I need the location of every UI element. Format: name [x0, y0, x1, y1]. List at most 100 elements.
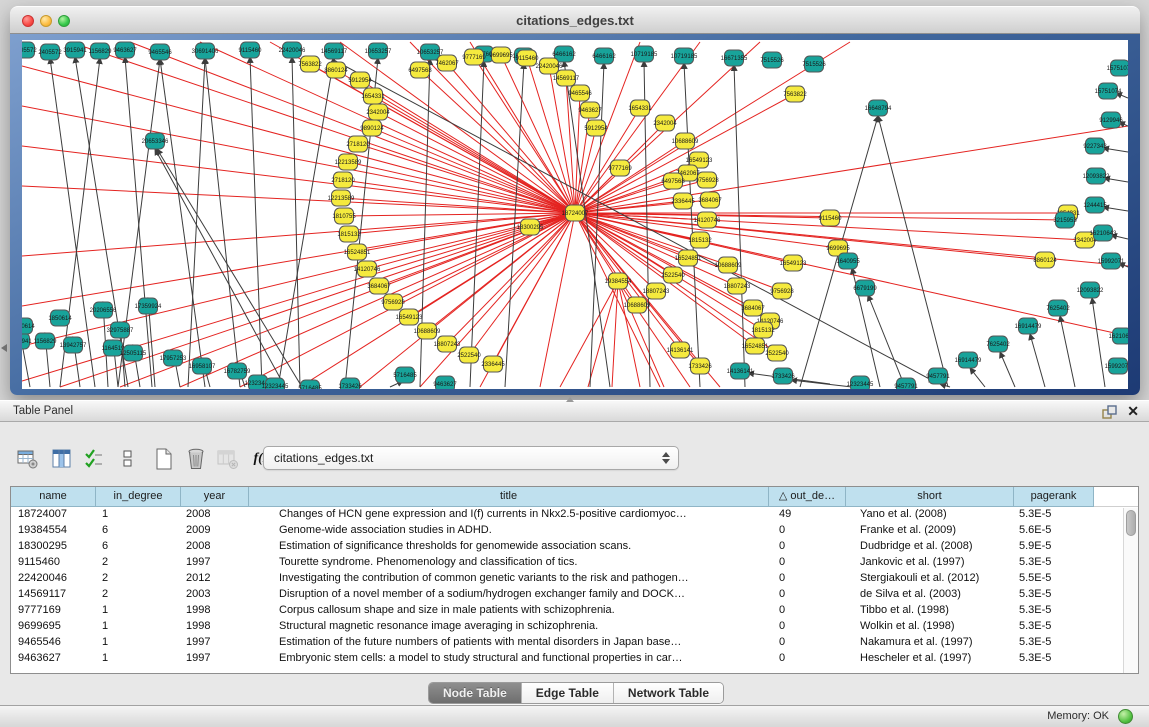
- cell-pagerank: 5.3E-5: [1014, 651, 1094, 667]
- cell-pagerank: 5.6E-5: [1014, 523, 1094, 539]
- float-panel-icon[interactable]: [1102, 405, 1117, 420]
- table-row[interactable]: 1938455462009Genome-wide association stu…: [11, 523, 1138, 539]
- graph-edge: [22, 66, 575, 213]
- graph-node-label: 9463627: [433, 382, 457, 388]
- cell-pagerank: 5.3E-5: [1014, 555, 1094, 571]
- graph-node-label: 5912954: [348, 78, 372, 84]
- graph-edge: [188, 58, 205, 387]
- graph-node-label: 10719185: [631, 52, 658, 58]
- graph-node-label: 1815132: [688, 238, 712, 244]
- graph-node-label: 16914479: [955, 358, 982, 364]
- checklist-button[interactable]: [82, 447, 106, 471]
- panel-resize-arrow[interactable]: [1, 344, 7, 352]
- column-header-name[interactable]: name: [11, 487, 96, 507]
- rows-button[interactable]: [116, 447, 140, 471]
- splitter-grip-icon[interactable]: [566, 397, 574, 402]
- column-header-pagerank[interactable]: pagerank: [1014, 487, 1094, 507]
- graph-node-label: 2405572: [22, 48, 37, 54]
- cell-title: Disruption of a novel member of a sodium…: [249, 587, 769, 603]
- graph-node-label: 10688609: [672, 139, 699, 145]
- graph-node-label: 30691406: [192, 49, 219, 55]
- header-filler: [1094, 487, 1138, 507]
- graph-node-label: 16549123: [686, 158, 713, 164]
- close-panel-icon[interactable]: ✕: [1127, 403, 1139, 420]
- table-row[interactable]: 946554611997Estimation of the future num…: [11, 635, 1138, 651]
- graph-node-label: 16210643: [1090, 231, 1117, 237]
- cell-name: 9699695: [11, 619, 96, 635]
- table-row[interactable]: 977716911998Corpus callosum shape and si…: [11, 603, 1138, 619]
- column-header-title[interactable]: title: [249, 487, 769, 507]
- graph-node-label: 16549123: [396, 315, 423, 321]
- graph-node-label: 2336445: [481, 362, 505, 368]
- graph-edge: [734, 65, 745, 387]
- delete-column-disabled-button[interactable]: [216, 447, 240, 471]
- new-table-button[interactable]: [152, 447, 176, 471]
- scrollbar-thumb[interactable]: [1126, 510, 1136, 536]
- table-columns-button[interactable]: [50, 447, 74, 471]
- graph-node-label: 14120746: [354, 267, 381, 273]
- graph-node-label: 2336445: [671, 199, 695, 205]
- graph-edge: [420, 70, 575, 213]
- graph-node-label: 18300295: [517, 225, 544, 231]
- graph-node-label: 17957253: [160, 356, 187, 362]
- tab-network-table[interactable]: Network Table: [614, 683, 723, 703]
- column-header-short[interactable]: short: [846, 487, 1014, 507]
- cell-title: Estimation of the future numbers of pati…: [249, 635, 769, 651]
- graph-edge: [612, 281, 618, 387]
- cell-year: 2008: [181, 539, 249, 555]
- graph-node-label: 15992071: [1098, 259, 1125, 265]
- vertical-scrollbar[interactable]: [1123, 508, 1138, 674]
- graph-node-label: 16549123: [780, 261, 807, 267]
- graph-edge: [378, 112, 575, 213]
- graph-node-label: 1654331: [361, 94, 385, 100]
- table-row[interactable]: 946362711997Embryonic stem cells: a mode…: [11, 651, 1138, 667]
- graph-node-label: 9463627: [578, 108, 602, 114]
- table-panel: Table Panel ✕: [0, 400, 1149, 705]
- graph-node-label: 16782759: [224, 369, 251, 375]
- cell-short: Franke et al. (2009): [846, 523, 1014, 539]
- graph-node-label: 12505115: [120, 351, 147, 357]
- table-row[interactable]: 1872400712008Changes of HCN gene express…: [11, 507, 1138, 523]
- graph-node-label: 14120746: [694, 218, 721, 224]
- graph-node-label: 2405572: [38, 50, 62, 56]
- graph-node-label: 6466162: [592, 54, 616, 60]
- graph-node-label: 2342004: [1073, 238, 1097, 244]
- column-header-year[interactable]: year: [181, 487, 249, 507]
- graph-edge: [1030, 334, 1045, 387]
- graph-node-label: 6679199: [853, 286, 877, 292]
- cell-title: Investigating the contribution of common…: [249, 571, 769, 587]
- graph-node-label: 16210643: [1109, 334, 1128, 340]
- cell-name: 9115460: [11, 555, 96, 571]
- table-panel-titlebar[interactable]: Table Panel ✕: [0, 400, 1149, 422]
- delete-table-button[interactable]: [184, 447, 208, 471]
- cell-name: 18300295: [11, 539, 96, 555]
- graph-node-label: 2522540: [765, 351, 789, 357]
- graph-node-label: 1654331: [628, 106, 652, 112]
- network-window-titlebar[interactable]: citations_edges.txt: [10, 6, 1140, 34]
- table-gear-button[interactable]: [16, 447, 40, 471]
- table-row[interactable]: 1830029562008Estimation of significance …: [11, 539, 1138, 555]
- table-toolbar: f(x) citations_edges.txt: [0, 440, 1149, 478]
- graph-node-label: 20206556: [90, 308, 117, 314]
- column-header-out_degree[interactable]: △ out_de…: [769, 487, 846, 507]
- table-row[interactable]: 2242004622012Investigating the contribut…: [11, 571, 1138, 587]
- table-selector-dropdown[interactable]: citations_edges.txt: [263, 446, 679, 470]
- table-row[interactable]: 911546021997Tourette syndrome. Phenomeno…: [11, 555, 1138, 571]
- graph-edge: [868, 295, 905, 387]
- table-row[interactable]: 969969511998Structural magnetic resonanc…: [11, 619, 1138, 635]
- network-graph[interactable]: 2405572240557239159411156829946362794655…: [22, 40, 1128, 389]
- cell-year: 2009: [181, 523, 249, 539]
- cell-year: 2012: [181, 571, 249, 587]
- graph-edge: [22, 106, 575, 213]
- column-header-in_degree[interactable]: in_degree: [96, 487, 181, 507]
- graph-node-label: 16914479: [1015, 324, 1042, 330]
- table-row[interactable]: 1456911722003Disruption of a novel membe…: [11, 587, 1138, 603]
- cell-title: Tourette syndrome. Phenomenology and cla…: [249, 555, 769, 571]
- cell-out_degree: 0: [769, 619, 846, 635]
- network-canvas[interactable]: 2405572240557239159411156829946362794655…: [22, 40, 1128, 389]
- tab-node-table[interactable]: Node Table: [429, 683, 522, 703]
- cell-year: 1997: [181, 651, 249, 667]
- tab-edge-table[interactable]: Edge Table: [522, 683, 614, 703]
- cell-year: 2003: [181, 587, 249, 603]
- memory-indicator[interactable]: [1118, 709, 1133, 724]
